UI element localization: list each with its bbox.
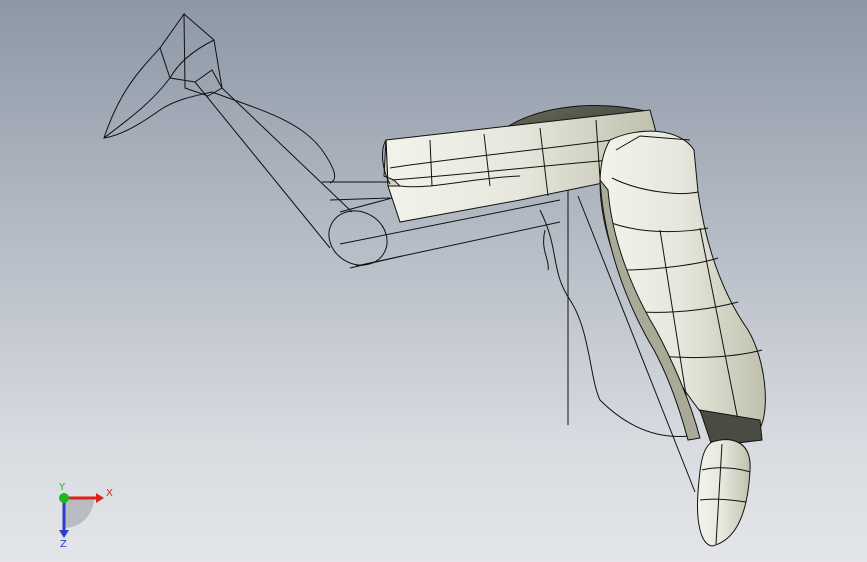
- x-axis-label: X: [106, 488, 113, 499]
- graphics-viewport[interactable]: X Y Z: [0, 0, 867, 562]
- wireframe-hand: [103, 12, 223, 139]
- y-axis-origin: [59, 493, 69, 503]
- coordinate-triad: X Y Z: [58, 482, 113, 548]
- z-axis-label: Z: [60, 539, 67, 548]
- tip-piece: [697, 439, 751, 547]
- wireframe-forearm: [194, 81, 391, 249]
- triad-shadow-quadrant: [64, 498, 94, 528]
- y-axis-label: Y: [58, 482, 66, 493]
- cad-model-view[interactable]: [0, 0, 867, 562]
- x-axis-arrowhead: [96, 493, 104, 503]
- z-axis-arrowhead: [59, 530, 69, 538]
